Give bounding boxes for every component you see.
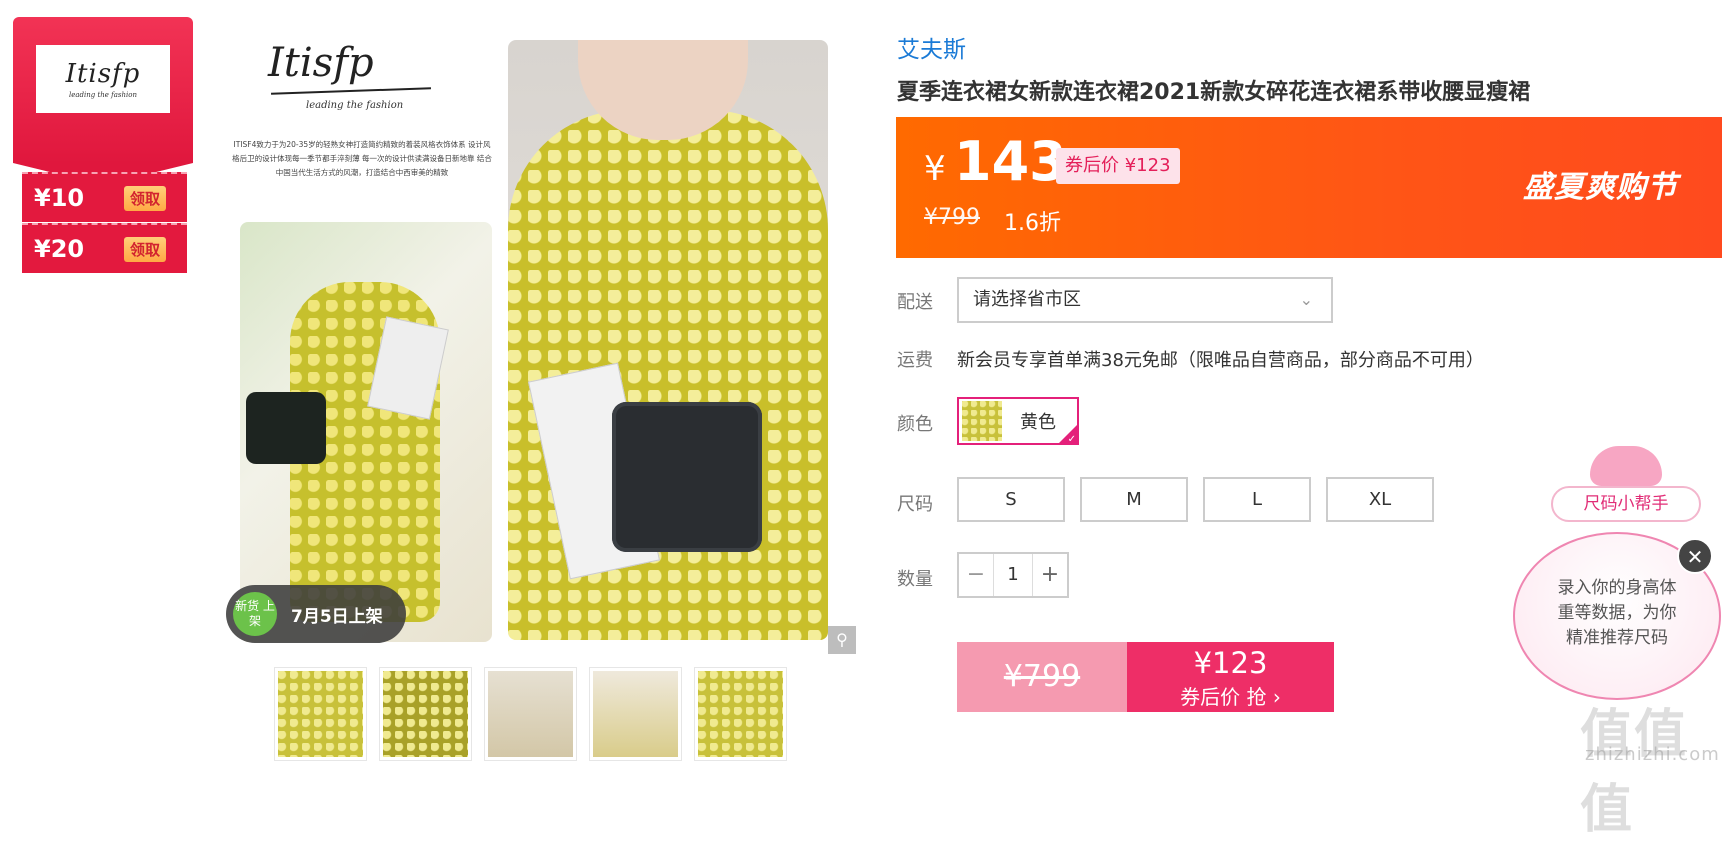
handbag-shape (246, 392, 326, 464)
model-photo-right (508, 40, 828, 640)
buy-subtitle: 券后价 抢 › (1180, 685, 1281, 709)
discount-label: 1.6折 (1004, 211, 1061, 236)
brand-description: ITISF4致力于为20-35岁的轻熟女神打造简约精致的着装风格衣饰体系 设计风… (232, 140, 492, 177)
coupon-value: ¥20 (34, 235, 85, 263)
claim-coupon-button[interactable]: 领取 (124, 236, 167, 262)
original-price-button[interactable]: ¥799 (957, 642, 1127, 712)
watermark-url: zhizhizhi.com (1585, 744, 1720, 765)
coupon-20: ¥20 领取 (22, 223, 187, 273)
watermark-logo: 值值值 (1580, 705, 1689, 840)
increase-button[interactable]: + (1033, 554, 1067, 596)
thumbnail-image (593, 671, 678, 757)
coupon-panel: Itisfp leading the fashion ¥10 领取 ¥20 领取 (13, 17, 193, 276)
claim-coupon-button[interactable]: 领取 (124, 185, 167, 211)
thumbnail-image (488, 671, 573, 757)
original-price: ¥799 (924, 205, 980, 230)
gallery-left-panel: Itisfp leading the fashion ITISF4致力于为20-… (226, 20, 496, 650)
currency-symbol: ¥ (924, 149, 946, 189)
main-product-image[interactable]: Itisfp leading the fashion ITISF4致力于为20-… (226, 20, 856, 654)
arrival-date: 7月5日上架 (291, 606, 383, 627)
close-icon[interactable]: ✕ (1677, 538, 1713, 574)
thumbnail-strip (274, 667, 804, 763)
handbag-shape (612, 402, 762, 552)
product-title: 夏季连衣裙女新款连衣裙2021新款女碎花连衣裙系带收腰显瘦裙 (897, 80, 1531, 105)
current-price: 143 (954, 130, 1067, 193)
magnifier-icon[interactable]: ⚲ (828, 626, 856, 654)
buy-now-button[interactable]: ¥123 券后价 抢 › (1127, 642, 1334, 712)
region-placeholder: 请选择省市区 (973, 289, 1081, 310)
price-banner: ¥ 143 券后价 ¥123 ¥799 1.6折 盛夏爽购节 (896, 117, 1722, 258)
mascot-icon[interactable] (1590, 446, 1662, 486)
model-photo-left (240, 222, 492, 642)
thumbnail[interactable] (379, 667, 472, 761)
promo-title: 盛夏爽购节 (1523, 170, 1678, 205)
buy-price: ¥123 (1193, 646, 1268, 680)
thumbnail-image (278, 671, 363, 757)
color-swatch (962, 401, 1002, 441)
coupon-10: ¥10 领取 (22, 172, 187, 222)
shop-name-link[interactable]: 艾夫斯 (897, 30, 966, 64)
brand-logo: Itisfp (65, 59, 141, 89)
quantity-value[interactable]: 1 (993, 554, 1033, 596)
thumbnail[interactable] (589, 667, 682, 761)
quantity-label: 数量 (897, 569, 933, 590)
size-label: 尺码 (897, 494, 933, 515)
quantity-stepper: − 1 + (957, 552, 1069, 598)
shipping-text: 新会员专享首单满38元免邮（限唯品自营商品，部分商品不可用） (957, 350, 1484, 371)
chevron-down-icon: ⌄ (1299, 290, 1313, 309)
thumbnail-image (383, 671, 468, 757)
decrease-button[interactable]: − (959, 554, 993, 596)
gallery-tagline: leading the fashion (306, 100, 404, 111)
thumbnail-image (698, 671, 783, 757)
new-arrival-circle: 新货 上架 (233, 592, 277, 636)
size-option-m[interactable]: M (1080, 477, 1188, 522)
check-icon: ✓ (1067, 434, 1076, 445)
delivery-label: 配送 (897, 292, 933, 313)
color-option-yellow[interactable]: 黄色 ✓ (957, 397, 1079, 445)
size-option-xl[interactable]: XL (1326, 477, 1434, 522)
thumbnail[interactable] (274, 667, 367, 761)
thumbnail[interactable] (484, 667, 577, 761)
logo-underline (271, 87, 431, 95)
color-label: 颜色 (897, 414, 933, 435)
brand-tagline: leading the fashion (68, 91, 137, 99)
shipping-label: 运费 (897, 350, 933, 371)
new-arrival-badge: 新货 上架 7月5日上架 (226, 585, 406, 643)
gallery-logo: Itisfp (268, 40, 374, 86)
size-helper-text: 录入你的身高体重等数据，为你精准推荐尺码 (1557, 578, 1677, 648)
size-helper-button[interactable]: 尺码小帮手 (1551, 486, 1701, 522)
region-select[interactable]: 请选择省市区 ⌄ (957, 277, 1333, 323)
coupon-header: Itisfp leading the fashion (13, 17, 193, 185)
coupon-value: ¥10 (34, 184, 85, 212)
size-option-l[interactable]: L (1203, 477, 1311, 522)
after-coupon-tag: 券后价 ¥123 (1056, 148, 1180, 184)
thumbnail[interactable] (694, 667, 787, 761)
size-option-s[interactable]: S (957, 477, 1065, 522)
color-name: 黄色 (1020, 412, 1056, 433)
brand-logo-box: Itisfp leading the fashion (36, 45, 170, 113)
